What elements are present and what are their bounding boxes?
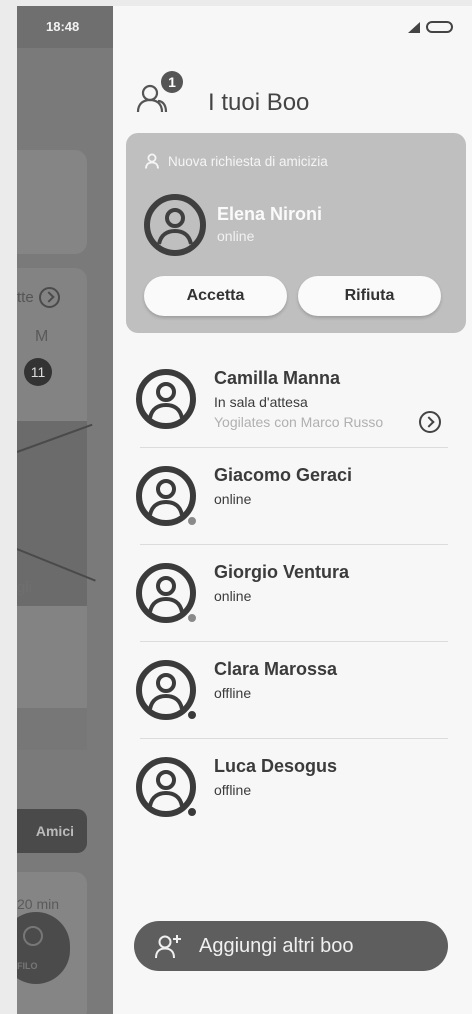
chevron-right-icon[interactable] bbox=[419, 411, 441, 433]
request-title-row: Nuova richiesta di amicizia bbox=[145, 153, 328, 169]
friend-item-giacomo-geraci[interactable]: Giacomo Geraci online bbox=[113, 448, 472, 545]
background-card bbox=[17, 150, 87, 254]
friends-drawer: 1 I tuoi Boo Nuova richiesta di amicizia… bbox=[113, 6, 472, 1014]
request-status: online bbox=[217, 228, 255, 244]
add-friends-button[interactable]: Aggiungi altri boo bbox=[134, 921, 448, 971]
user-circle-icon[interactable] bbox=[142, 192, 208, 258]
add-friends-label: Aggiungi altri boo bbox=[199, 935, 354, 957]
add-user-icon bbox=[155, 935, 181, 959]
chevron-right-icon bbox=[39, 287, 60, 308]
background-partial-link: gli bbox=[17, 579, 33, 596]
friend-request-card: Nuova richiesta di amicizia Elena Nironi… bbox=[126, 133, 466, 333]
status-icons bbox=[408, 21, 453, 33]
friend-item-clara-marossa[interactable]: Clara Marossa offline bbox=[113, 642, 472, 739]
friend-activity: Yogilates con Marco Russo bbox=[214, 414, 384, 430]
accept-button[interactable]: Accetta bbox=[144, 276, 287, 316]
presence-dot-online bbox=[186, 612, 198, 624]
friend-item-camilla-manna[interactable]: Camilla Manna In sala d'attesa Yogilates… bbox=[113, 351, 472, 448]
friend-status: In sala d'attesa bbox=[214, 394, 308, 410]
friend-name: Camilla Manna bbox=[214, 368, 341, 388]
presence-dot-online bbox=[186, 515, 198, 527]
friend-name: Giorgio Ventura bbox=[214, 562, 350, 582]
friend-name: Giacomo Geraci bbox=[214, 465, 353, 485]
notification-badge: 1 bbox=[161, 71, 183, 93]
user-circle-icon bbox=[136, 369, 196, 429]
background-partial-text: tte bbox=[17, 289, 34, 306]
friend-status: offline bbox=[214, 685, 252, 701]
friend-name: Luca Desogus bbox=[214, 756, 338, 776]
signal-icon bbox=[408, 21, 420, 33]
status-time: 18:48 bbox=[46, 19, 80, 34]
profile-icon bbox=[23, 926, 43, 946]
friend-list: Camilla Manna In sala d'attesa Yogilates… bbox=[113, 351, 472, 836]
request-title: Nuova richiesta di amicizia bbox=[168, 153, 328, 169]
request-name: Elena Nironi bbox=[217, 204, 323, 224]
presence-dot-offline bbox=[186, 709, 198, 721]
user-icon bbox=[145, 153, 159, 169]
friend-name: Clara Marossa bbox=[214, 659, 338, 679]
background-tab-amici: Amici bbox=[17, 809, 87, 853]
drawer-title: I tuoi Boo bbox=[208, 89, 310, 116]
background-duration: 20 min bbox=[17, 896, 60, 912]
screen: 18:48 tte M 11 gli Amici 20 min FILO 1 I… bbox=[0, 0, 472, 1014]
background-fab-label: FILO bbox=[17, 961, 38, 971]
friend-status: online bbox=[214, 588, 252, 604]
battery-icon bbox=[426, 21, 453, 33]
friend-status: offline bbox=[214, 782, 252, 798]
background-status-bar: 18:48 bbox=[17, 6, 113, 48]
background-app-overlay[interactable]: 18:48 tte M 11 gli Amici 20 min FILO bbox=[17, 6, 113, 1014]
friend-item-luca-desogus[interactable]: Luca Desogus offline bbox=[113, 739, 472, 836]
reject-button[interactable]: Rifiuta bbox=[298, 276, 441, 316]
background-date-badge: 11 bbox=[24, 358, 52, 386]
friend-item-giorgio-ventura[interactable]: Giorgio Ventura online bbox=[113, 545, 472, 642]
presence-dot-offline bbox=[186, 806, 198, 818]
friend-status: online bbox=[214, 491, 252, 507]
background-day-letter: M bbox=[35, 328, 49, 345]
drawer-header: 1 I tuoi Boo bbox=[136, 71, 436, 121]
background-band bbox=[17, 708, 87, 750]
